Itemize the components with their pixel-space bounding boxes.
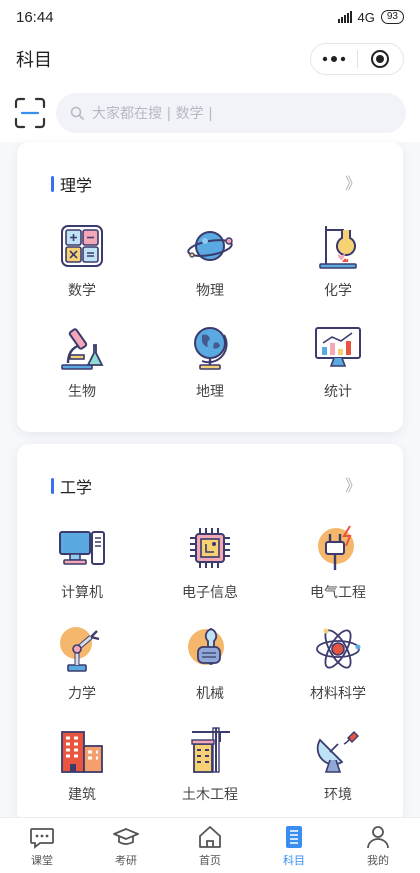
tab-label: 科目 [283,854,305,867]
search-placeholder: 大家都在搜 | 数学 | [92,106,213,122]
flask-stand-icon [319,226,357,269]
subject-label: 土木工程 [182,787,238,803]
subject-label: 数学 [68,283,96,299]
subject-item-civil[interactable]: 土木工程 [146,722,274,823]
tab-subjects[interactable]: 科目 [252,818,336,873]
section-title: 工学 [51,474,92,498]
subject-label: 生物 [68,384,96,400]
signal-icon [337,11,352,23]
subject-item-electronics[interactable]: 电子信息 [146,520,274,621]
more-menu-button[interactable] [311,44,357,74]
nav-header: 科目 [0,34,420,84]
subject-label: 建筑 [68,787,96,803]
home-icon [199,826,221,848]
subject-item-architecture[interactable]: 建筑 [18,722,146,823]
subject-item-chemistry[interactable]: 化学 [274,218,402,319]
section-card-science: 理学 》 数学 物理 化学 生物 地理 统计 [17,142,403,432]
graduation-cap-icon [113,828,139,845]
computer-icon [59,531,105,565]
subject-grid: 计算机 电子信息 电气工程 力学 机械 材料科学 建筑 土木工程 环境 [17,520,403,823]
subject-label: 力学 [68,686,96,702]
status-indicators: 4G 93 [337,9,404,25]
page-title: 科目 [16,50,52,71]
subject-item-computer[interactable]: 计算机 [18,520,146,621]
subject-label: 材料科学 [310,686,366,702]
tab-label: 考研 [115,854,137,867]
search-row: 大家都在搜 | 数学 | [0,84,420,142]
more-dots-icon [322,56,345,62]
subject-label: 物理 [196,283,224,299]
tab-profile[interactable]: 我的 [336,818,420,873]
tab-postgrad[interactable]: 考研 [84,818,168,873]
subject-item-biology[interactable]: 生物 [18,319,146,420]
monitor-chart-icon [315,327,361,367]
section-title-text: 理学 [60,176,93,195]
calculator-icon [61,225,103,267]
network-type: 4G [357,9,375,25]
section-card-engineering: 工学 》 计算机 电子信息 电气工程 力学 机械 材料科学 建筑 土木工程 环境 [17,444,403,824]
chip-icon [190,528,230,568]
user-icon [367,826,389,849]
crane-icon [191,727,230,773]
subject-grid: 数学 物理 化学 生物 地理 统计 [17,218,403,420]
status-bar: 16:44 4G 93 [0,0,420,34]
atom-icon [316,628,361,669]
subject-label: 地理 [196,384,224,400]
plug-icon [318,525,354,570]
planet-icon [187,231,233,261]
subject-label: 计算机 [61,585,103,601]
subject-label: 统计 [324,384,352,400]
search-input[interactable]: 大家都在搜 | 数学 | [56,93,406,133]
battery-icon: 93 [380,10,404,24]
bottom-tab-bar: 课堂 考研 首页 科目 我的 [0,817,420,873]
globe-icon [194,327,228,370]
tab-label: 首页 [199,854,221,867]
tab-classroom[interactable]: 课堂 [0,818,84,873]
subject-label: 环境 [324,787,352,803]
subject-item-materials[interactable]: 材料科学 [274,621,402,722]
subject-label: 化学 [324,283,352,299]
tab-label: 我的 [367,854,389,867]
scan-icon[interactable] [14,97,46,129]
tab-label: 课堂 [31,854,53,867]
subject-item-machinery[interactable]: 机械 [146,621,274,722]
tab-home[interactable]: 首页 [168,818,252,873]
chat-icon [30,828,54,849]
section-title-text: 工学 [60,478,93,497]
buildings-icon [61,731,103,773]
subject-item-environment[interactable]: 环境 [274,722,402,823]
subject-item-electrical[interactable]: 电气工程 [274,520,402,621]
subject-item-physics[interactable]: 物理 [146,218,274,319]
mini-program-capsule [310,43,404,75]
satellite-dish-icon [316,731,359,773]
subject-label: 电子信息 [182,585,238,601]
subject-item-statistics[interactable]: 统计 [274,319,402,420]
subject-item-math[interactable]: 数学 [18,218,146,319]
book-icon [286,826,302,848]
robot-arm-icon [60,627,100,672]
target-circle-icon [371,50,390,68]
subject-label: 机械 [196,686,224,702]
wrench-hand-icon [188,628,224,665]
section-title: 理学 [51,172,92,196]
subject-item-mechanics[interactable]: 力学 [18,621,146,722]
microscope-icon [61,328,104,370]
status-time: 16:44 [16,8,54,26]
close-capsule-button[interactable] [358,44,404,74]
section-more-button[interactable]: 》 [345,472,361,496]
subject-label: 电气工程 [310,585,366,601]
section-more-button[interactable]: 》 [345,170,361,194]
search-icon [70,106,84,120]
subject-item-geography[interactable]: 地理 [146,319,274,420]
